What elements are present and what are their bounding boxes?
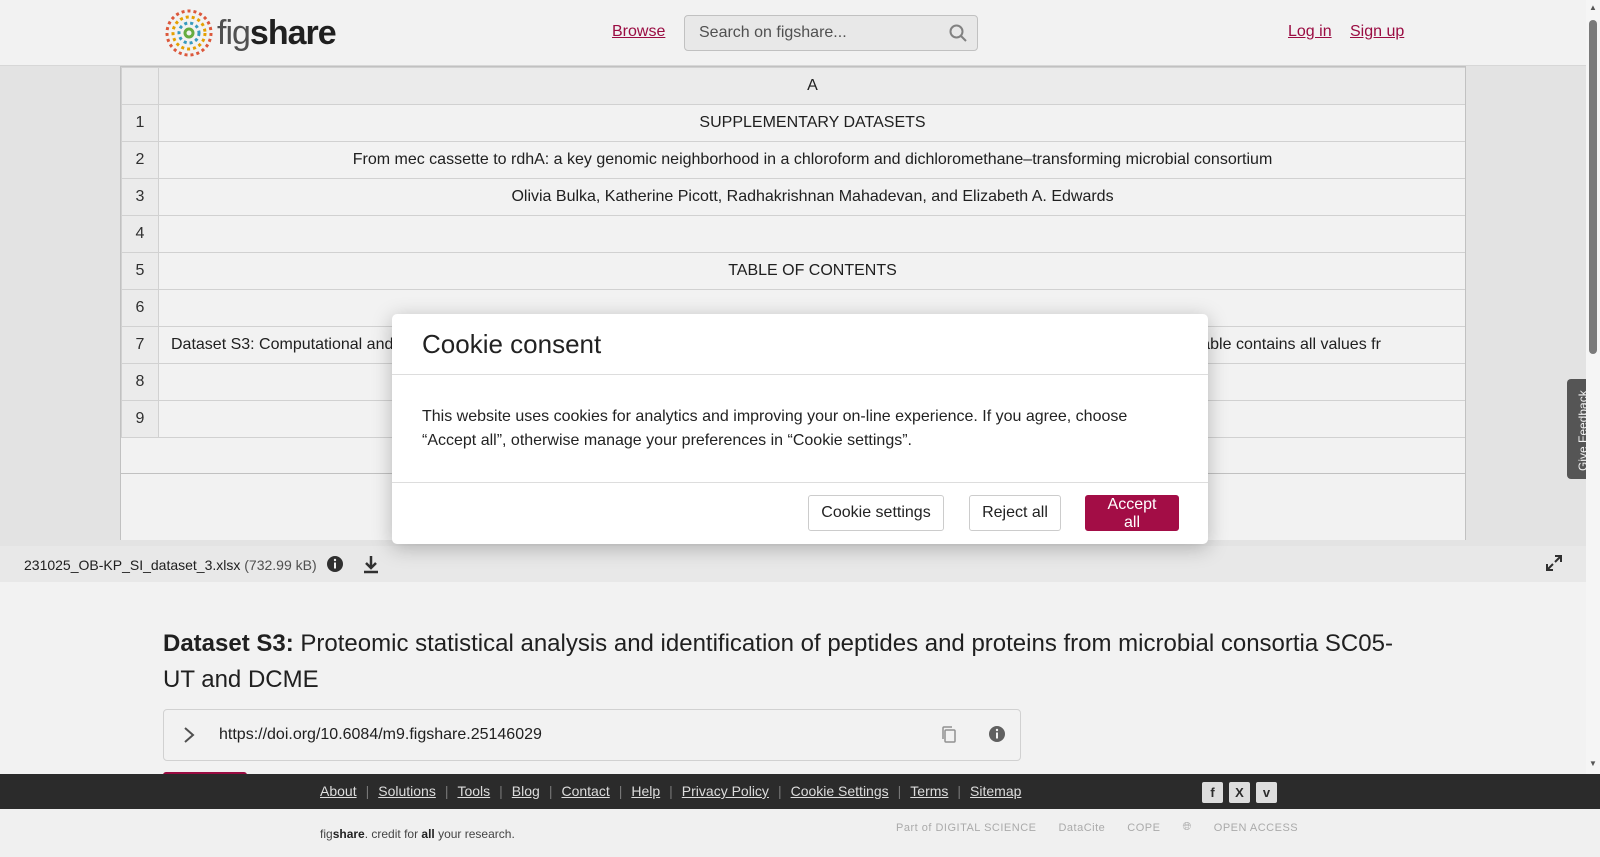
- datacite-logo[interactable]: DataCite: [1058, 822, 1105, 834]
- page-scrollbar[interactable]: ▲ ▼: [1586, 0, 1600, 774]
- scroll-down-arrow[interactable]: ▼: [1589, 759, 1597, 768]
- footer-bottom: figshare. credit for all your research. …: [0, 809, 1600, 857]
- scrollbar-thumb[interactable]: [1589, 20, 1597, 354]
- footer-link-help[interactable]: Help: [631, 783, 660, 799]
- reject-all-button[interactable]: Reject all: [969, 495, 1061, 531]
- footer-link-contact[interactable]: Contact: [561, 783, 609, 799]
- dialog-message: This website uses cookies for analytics …: [392, 375, 1208, 483]
- x-twitter-icon[interactable]: X: [1229, 782, 1250, 803]
- cope-logo[interactable]: COPE: [1127, 822, 1160, 834]
- footer-link-about[interactable]: About: [320, 783, 357, 799]
- footer-link-sitemap[interactable]: Sitemap: [970, 783, 1021, 799]
- footer-link-item: Sitemap: [970, 783, 1021, 799]
- vimeo-icon[interactable]: v: [1256, 782, 1277, 803]
- footer-link-item: Privacy Policy |: [681, 783, 782, 799]
- dialog-footer: Cookie settings Reject all Accept all: [392, 483, 1208, 543]
- footer-link-item: Blog |: [511, 783, 553, 799]
- globe-icon[interactable]: 🌐︎: [1182, 821, 1191, 834]
- footer-link-item: Terms |: [910, 783, 962, 799]
- footer-link-cookie-settings[interactable]: Cookie Settings: [791, 783, 889, 799]
- dialog-header: Cookie consent: [392, 314, 1208, 375]
- cookie-settings-button[interactable]: Cookie settings: [808, 495, 944, 531]
- footer-link-blog[interactable]: Blog: [512, 783, 540, 799]
- scroll-up-arrow[interactable]: ▲: [1589, 3, 1597, 12]
- accept-all-button[interactable]: Accept all: [1085, 495, 1179, 531]
- footer-link-terms[interactable]: Terms: [910, 783, 948, 799]
- footer-tagline: figshare. credit for all your research.: [320, 827, 515, 841]
- footer-nav: About | Solutions | Tools | Blog | Contact | …: [0, 774, 1600, 809]
- footer-link-item: Help |: [631, 783, 673, 799]
- footer-link-item: Cookie Settings |: [790, 783, 902, 799]
- footer-link-item: Solutions |: [378, 783, 449, 799]
- footer-link-item: Contact |: [561, 783, 623, 799]
- digital-science-logo[interactable]: Part of DIGITAL SCIENCE: [896, 822, 1036, 834]
- footer-links-list: About | Solutions | Tools | Blog | Contact | …: [320, 783, 1021, 799]
- footer-link-privacy[interactable]: Privacy Policy: [682, 783, 769, 799]
- footer-link-tools[interactable]: Tools: [457, 783, 490, 799]
- social-links: f X v: [1202, 782, 1277, 803]
- facebook-icon[interactable]: f: [1202, 782, 1223, 803]
- dialog-title: Cookie consent: [422, 329, 602, 359]
- open-access-logo[interactable]: OPEN ACCESS: [1214, 822, 1298, 834]
- footer-link-item: About |: [320, 783, 370, 799]
- footer-link-item: Tools |: [457, 783, 503, 799]
- cookie-consent-dialog: Cookie consent This website uses cookies…: [392, 314, 1208, 544]
- footer-link-solutions[interactable]: Solutions: [378, 783, 436, 799]
- partner-logos: Part of DIGITAL SCIENCE DataCite COPE 🌐︎…: [896, 821, 1298, 834]
